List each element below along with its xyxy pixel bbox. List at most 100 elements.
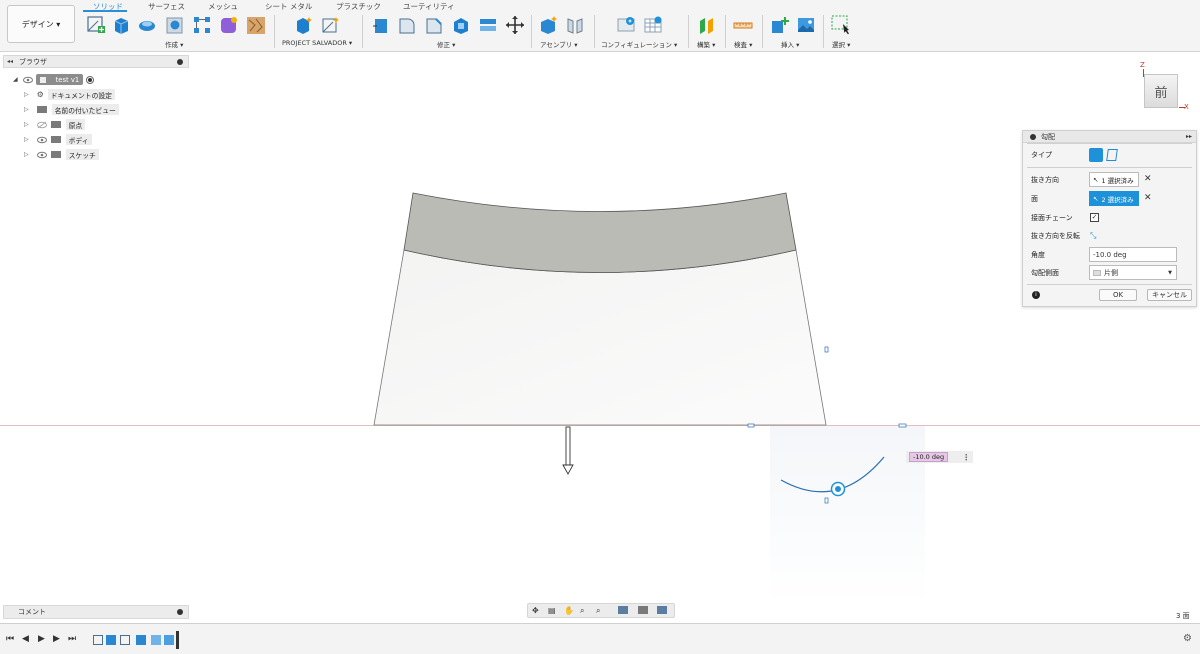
settings-gear-icon[interactable]: ⚙ <box>1183 633 1192 644</box>
look-at-icon[interactable]: ▤ <box>548 606 556 615</box>
flip-direction-icon[interactable]: ⤡ <box>1090 231 1096 241</box>
angle-row: 角度 <box>1031 247 1045 263</box>
panel-pin-icon[interactable] <box>177 609 183 615</box>
play-icon[interactable]: ▶ <box>38 634 45 644</box>
hidden-eye-icon[interactable] <box>36 121 47 129</box>
faces-value: 2 選択済み <box>1101 195 1134 204</box>
tree-item-sketches[interactable]: ▷ スケッチ <box>24 149 99 160</box>
root-document-label[interactable]: test v1 <box>35 74 84 85</box>
tangent-chain-label: 接面チェーン <box>1031 214 1073 222</box>
pull-direction-value: 1 選択済み <box>1101 176 1134 185</box>
step-back-icon[interactable]: ◀ <box>22 634 29 644</box>
one-side-icon <box>1093 269 1101 276</box>
browser-panel-header: ◂◂ ブラウザ <box>3 55 189 68</box>
info-icon[interactable]: i <box>1032 291 1040 299</box>
expand-triangle-icon[interactable]: ▷ <box>24 151 29 158</box>
folder-icon <box>50 136 61 143</box>
tree-item-label: 名前の付いたビュー <box>51 104 119 115</box>
orbit-icon[interactable]: ✥ <box>532 606 539 615</box>
activate-radio-icon[interactable] <box>86 75 95 84</box>
tree-item-label: 原点 <box>65 119 86 130</box>
timeline-fillet-feature[interactable] <box>151 635 161 645</box>
body-top-face[interactable] <box>403 192 797 273</box>
separator <box>1027 284 1192 285</box>
timeline-draft-feature[interactable] <box>164 635 174 645</box>
expand-triangle-icon[interactable]: ▷ <box>24 121 29 128</box>
tangent-chain-row: 接面チェーン <box>1031 210 1073 226</box>
timeline-sketch-feature[interactable] <box>93 635 103 645</box>
folder-icon <box>50 121 61 128</box>
fit-icon[interactable]: ⌕ <box>596 606 600 616</box>
viewcube[interactable]: 前 <box>1144 74 1178 108</box>
chevron-down-icon: ▼ <box>1168 269 1172 276</box>
draft-dialog: 勾配 ▸▸ タイプ 抜き方向 ↖ 1 選択済み ✕ 面 ↖ 2 選択済み ✕ 接面チ… <box>1022 130 1197 307</box>
pull-direction-arrow[interactable] <box>562 426 574 475</box>
edge-handle[interactable] <box>824 497 829 504</box>
flip-direction-label: 抜き方向を反転 <box>1031 232 1080 240</box>
zoom-icon[interactable]: ⌕ <box>580 606 584 616</box>
timeline-extrude-feature[interactable] <box>106 635 116 645</box>
draft-dialog-title: 勾配 <box>1041 132 1055 141</box>
collapse-icon[interactable]: ◂◂ <box>7 58 13 65</box>
tree-item-bodies[interactable]: ▷ ボディ <box>24 134 92 145</box>
cancel-button[interactable]: キャンセル <box>1147 289 1192 301</box>
tree-item-origin[interactable]: ▷ 原点 <box>24 119 86 130</box>
edge-handle[interactable] <box>747 423 755 428</box>
tree-item-named-views[interactable]: ▷ 名前の付いたビュー <box>24 104 119 115</box>
timeline-marker[interactable] <box>176 631 179 649</box>
tangent-chain-checkbox[interactable]: ✓ <box>1090 213 1099 222</box>
separator <box>1027 167 1192 168</box>
draft-side-row: 勾配側面 <box>1031 265 1059 281</box>
angle-manipulator-handle-dot <box>835 486 841 492</box>
edge-handle[interactable] <box>898 423 907 428</box>
visibility-eye-icon[interactable] <box>36 151 47 159</box>
display-settings-icon[interactable] <box>618 606 628 614</box>
go-to-start-icon[interactable]: ⏮ <box>6 634 14 644</box>
selection-count: 3 面 <box>1176 612 1190 620</box>
panel-pin-icon[interactable] <box>177 58 183 65</box>
expand-dialog-icon[interactable]: ▸▸ <box>1186 133 1192 140</box>
tree-item-document-settings[interactable]: ▷ ⚙ ドキュメントの設定 <box>24 89 115 100</box>
cursor-icon: ↖ <box>1093 194 1099 203</box>
dialog-icon <box>1030 133 1036 140</box>
ok-button[interactable]: OK <box>1099 289 1137 301</box>
grid-snaps-icon[interactable] <box>638 606 648 614</box>
document-icon <box>39 76 46 83</box>
pull-direction-label: 抜き方向 <box>1031 176 1059 184</box>
faces-selector[interactable]: ↖ 2 選択済み <box>1089 191 1139 206</box>
pull-direction-selector[interactable]: ↖ 1 選択済み <box>1089 172 1139 187</box>
draft-side-value: 片側 <box>1104 268 1118 277</box>
expand-triangle-icon[interactable]: ▷ <box>24 91 29 98</box>
angle-input[interactable]: -10.0 deg <box>1089 247 1177 262</box>
expand-triangle-icon[interactable]: ▷ <box>24 136 29 143</box>
visibility-eye-icon[interactable] <box>36 136 47 144</box>
comments-panel-header[interactable]: コメント <box>3 605 189 619</box>
timeline-extrude-feature[interactable] <box>136 635 146 645</box>
step-forward-icon[interactable]: ▶ <box>53 634 60 644</box>
parting-line-type-icon[interactable] <box>1106 149 1118 161</box>
expand-triangle-icon[interactable]: ◢ <box>13 76 18 83</box>
model-canvas[interactable] <box>0 0 1200 654</box>
timeline: ⏮ ◀ ▶ ▶ ⏭ ⚙ <box>0 623 1200 654</box>
tree-item-label: ドキュメントの設定 <box>47 89 115 100</box>
more-options-icon[interactable]: ⋮ <box>962 453 970 462</box>
draft-side-select[interactable]: 片側 ▼ <box>1089 265 1177 280</box>
flip-direction-row: 抜き方向を反転 <box>1031 228 1080 244</box>
visibility-eye-icon[interactable] <box>22 76 33 84</box>
pan-icon[interactable]: ✋ <box>564 606 574 615</box>
edge-handle[interactable] <box>824 346 829 353</box>
tree-root[interactable]: ◢ test v1 <box>13 74 95 85</box>
go-to-end-icon[interactable]: ⏭ <box>68 634 76 644</box>
tree-item-label: ボディ <box>65 134 92 145</box>
expand-triangle-icon[interactable]: ▷ <box>24 106 29 113</box>
clear-pull-direction-button[interactable]: ✕ <box>1144 174 1152 184</box>
clear-faces-button[interactable]: ✕ <box>1144 193 1152 203</box>
navigation-bar: ✥ ▤ ✋ ⌕ ⌕ <box>527 603 675 618</box>
root-document-name: test v1 <box>55 75 80 84</box>
timeline-sketch-feature[interactable] <box>120 635 130 645</box>
fixed-plane-type-icon[interactable] <box>1089 148 1103 162</box>
angle-value-text[interactable]: -10.0 deg <box>909 452 949 462</box>
viewports-icon[interactable] <box>657 606 667 614</box>
angle-value-tag[interactable]: -10.0 deg ⋮ <box>906 451 974 463</box>
body-front-face[interactable] <box>373 249 827 426</box>
